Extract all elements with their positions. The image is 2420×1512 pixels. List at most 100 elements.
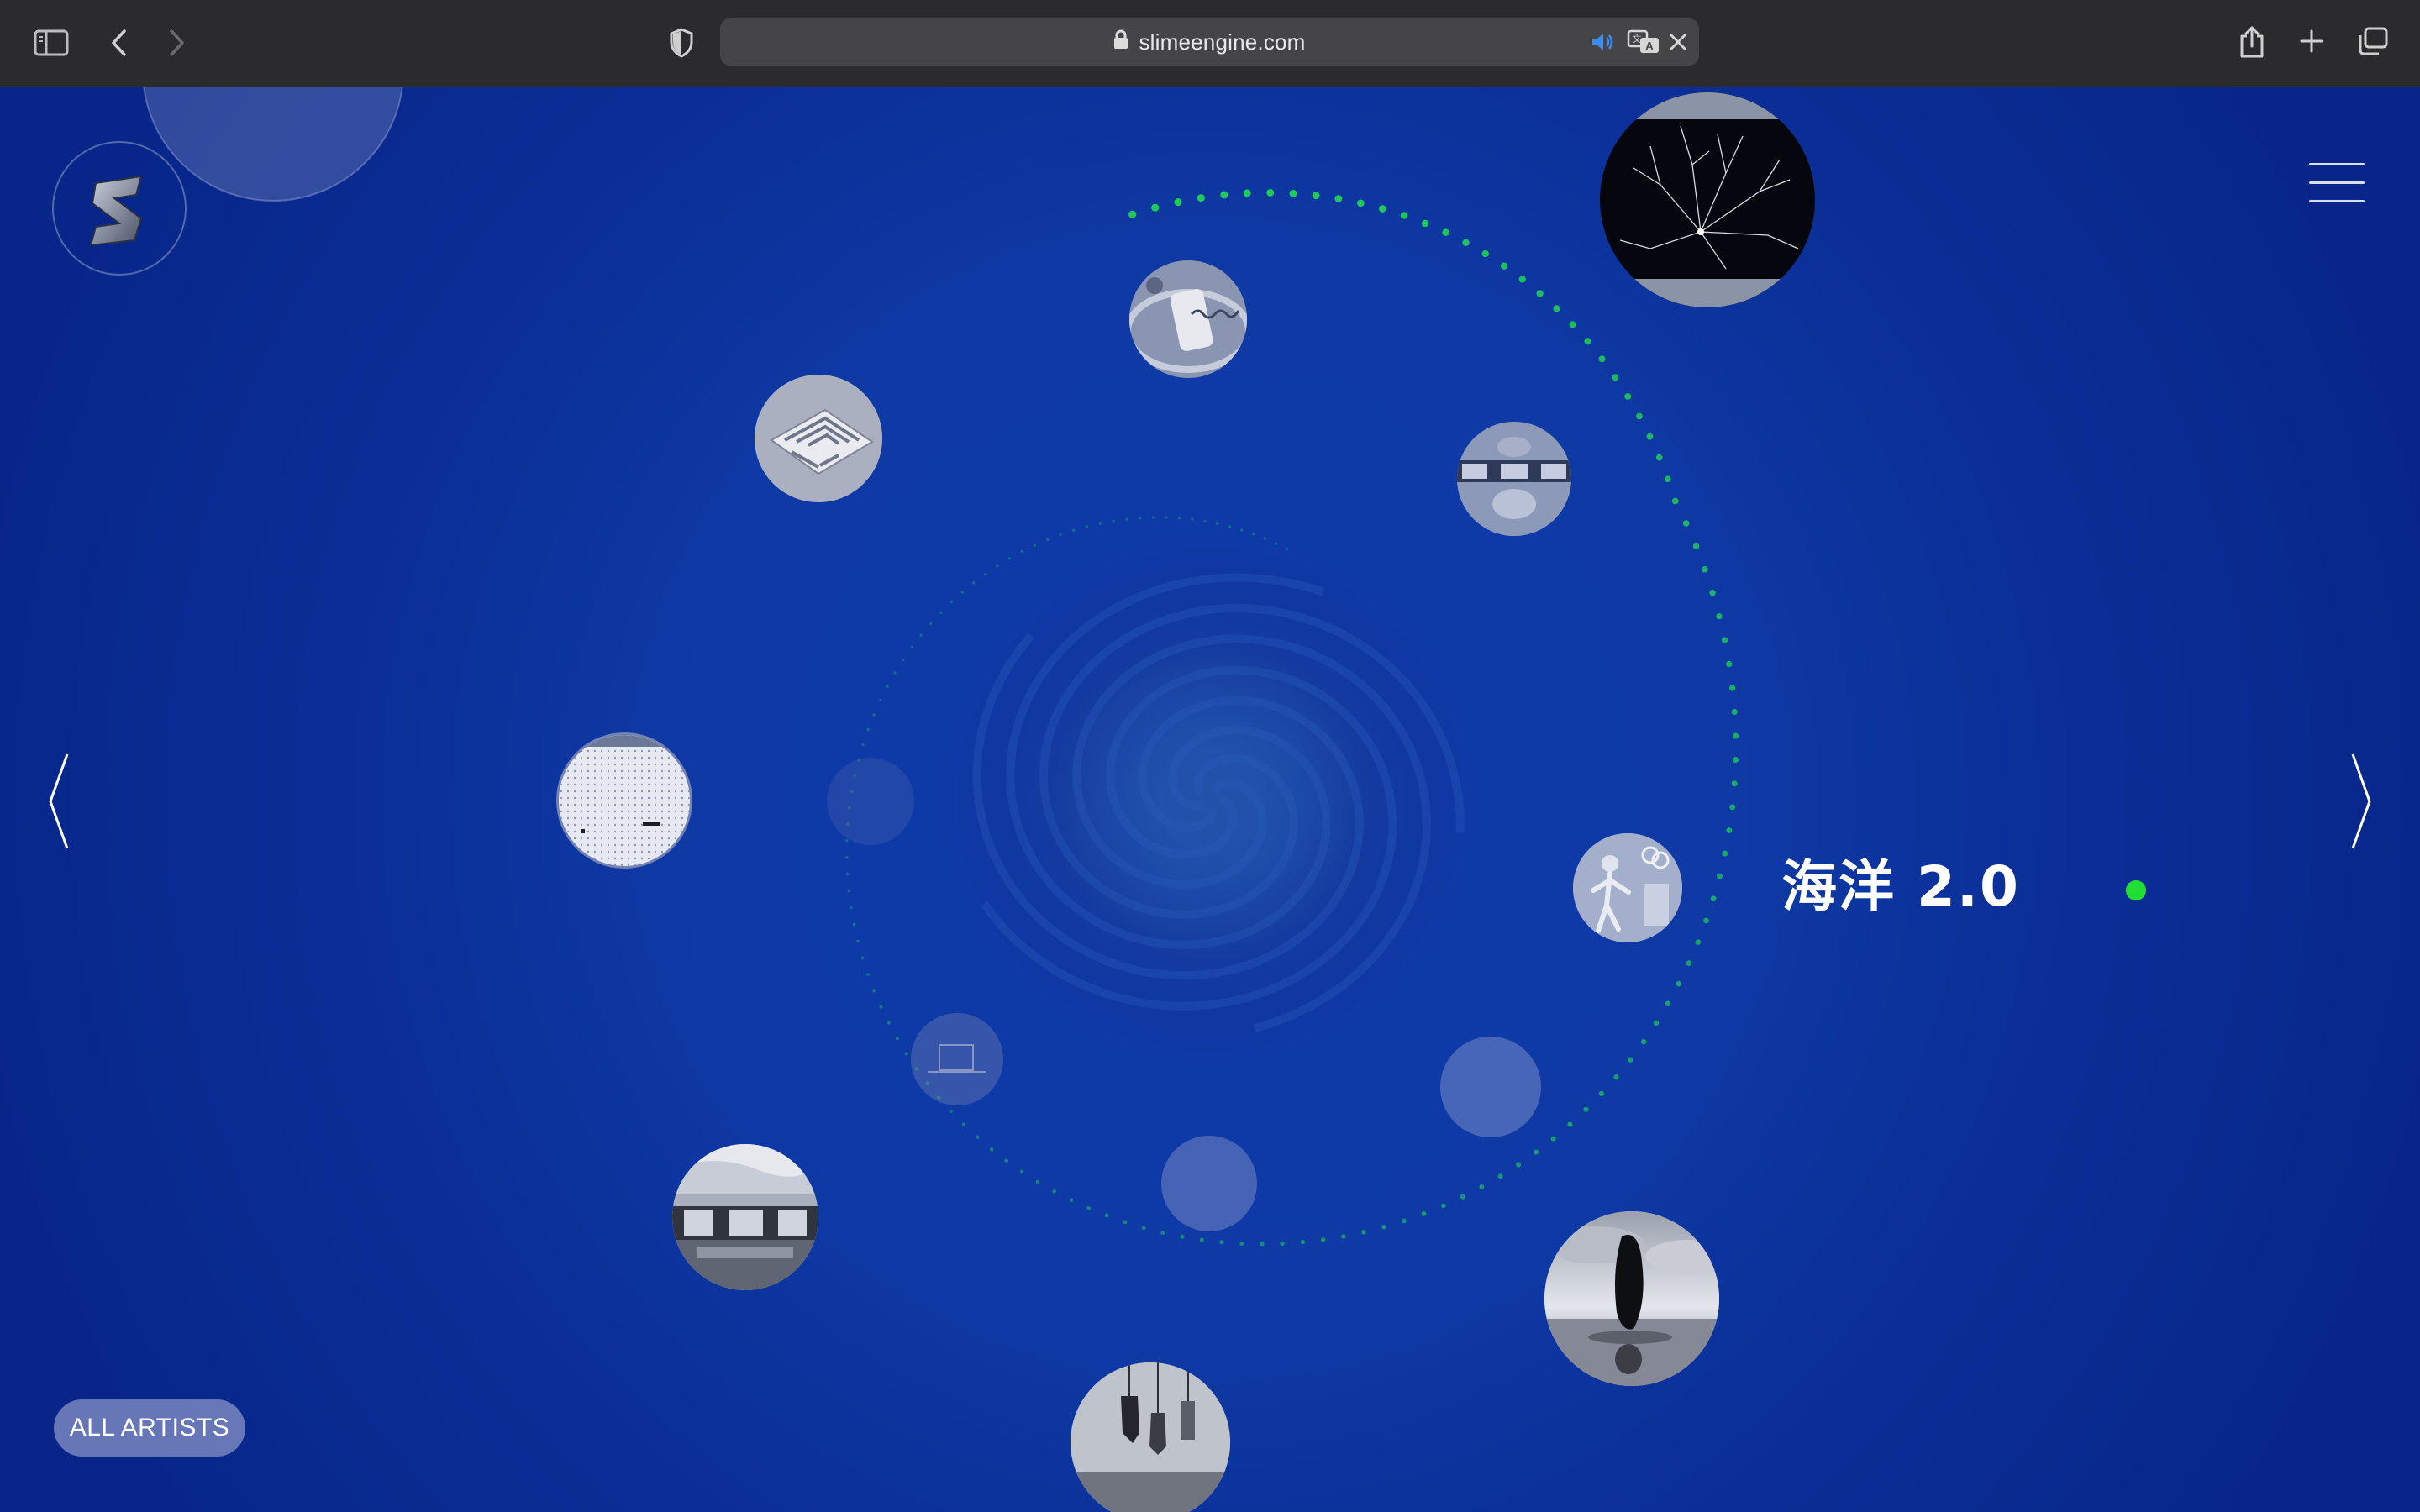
- plus-icon[interactable]: [2297, 27, 2326, 55]
- spiral-dot: [1569, 321, 1576, 328]
- maze-artwork[interactable]: [755, 375, 882, 502]
- spiral-dot: [939, 611, 943, 614]
- spiral-dot: [910, 645, 913, 649]
- speaker-icon[interactable]: [1589, 29, 1618, 55]
- black-monolith-artwork[interactable]: [1544, 1211, 1719, 1386]
- hamburger-menu-icon[interactable]: [2309, 161, 2368, 205]
- spiral-dot: [1019, 1169, 1024, 1173]
- forward-chevron-icon[interactable]: [165, 25, 190, 60]
- spiral-dot: [1665, 1000, 1671, 1007]
- address-bar[interactable]: slimeengine.com A文: [720, 18, 1699, 66]
- spiral-dot: [1729, 804, 1736, 811]
- spiral-dot: [1676, 980, 1682, 987]
- spiral-dot: [1219, 1240, 1224, 1245]
- faded-artwork[interactable]: [911, 1013, 1003, 1105]
- share-icon[interactable]: [2237, 24, 2267, 60]
- spiral-dot: [1334, 195, 1343, 202]
- active-indicator-dot: [2126, 880, 2146, 900]
- spiral-dot: [845, 839, 849, 843]
- spiral-dot: [1702, 566, 1708, 573]
- faded-artwork[interactable]: [1440, 1037, 1541, 1137]
- spiral-dot: [1442, 228, 1449, 236]
- slime-engine-logo[interactable]: [52, 141, 187, 276]
- network-lines-artwork[interactable]: [1600, 92, 1815, 307]
- spiral-dot: [1020, 549, 1023, 554]
- spiral-dot: [1098, 522, 1102, 525]
- web-page: 海洋 2.0 ALL ARTISTS: [0, 87, 2420, 1512]
- tab-overview-icon[interactable]: [2356, 25, 2390, 57]
- spiral-dot: [1203, 519, 1207, 523]
- spiral-dot: [1703, 917, 1709, 924]
- spiral-dot: [1341, 1234, 1346, 1239]
- chevron-left-icon[interactable]: [47, 751, 81, 852]
- spiral-dot: [865, 973, 870, 976]
- lock-icon: [1113, 29, 1128, 55]
- faded-artwork[interactable]: [1161, 1136, 1257, 1231]
- spiral-dot: [879, 1005, 883, 1009]
- spiral-dot: [1536, 290, 1544, 297]
- hanging-objects-artwork[interactable]: [1071, 1362, 1230, 1512]
- spiral-dot: [1400, 212, 1408, 219]
- spiral-dot: [1628, 1057, 1634, 1063]
- spiral-dot: [1160, 1230, 1165, 1236]
- spiral-dot: [861, 743, 865, 747]
- featured-artwork-title[interactable]: 海洋 2.0: [1781, 842, 2020, 922]
- spiral-dot: [1356, 199, 1365, 207]
- spiral-dot: [1274, 542, 1278, 545]
- spiral-dot: [1177, 517, 1181, 520]
- close-icon[interactable]: [1666, 30, 1690, 54]
- translate-icon[interactable]: A文: [1626, 27, 1661, 57]
- spiral-dot: [1421, 1211, 1427, 1216]
- spiral-dot: [1598, 1090, 1605, 1097]
- spiral-dot: [1046, 538, 1050, 542]
- spiral-dot: [1086, 1206, 1092, 1210]
- spiral-dot: [1220, 191, 1228, 199]
- all-artists-button[interactable]: ALL ARTISTS: [54, 1399, 245, 1457]
- signature-ring-artwork[interactable]: [1129, 260, 1247, 378]
- chevron-right-icon[interactable]: [2346, 751, 2380, 852]
- spiral-dot: [1199, 1237, 1204, 1242]
- spiral-dot: [1320, 1237, 1326, 1242]
- spiral-dot: [1722, 850, 1728, 857]
- spiral-dot: [1583, 1106, 1589, 1112]
- windows-room-artwork[interactable]: [672, 1144, 818, 1290]
- spiral-dot: [1128, 210, 1137, 218]
- spiral-dot: [1686, 960, 1692, 966]
- spiral-dot: [1052, 1189, 1056, 1194]
- spiral-dot: [1151, 203, 1160, 212]
- shield-icon[interactable]: [666, 25, 697, 60]
- spiral-dot: [1151, 516, 1155, 519]
- spiral-dot: [1728, 685, 1736, 691]
- spiral-dot: [852, 922, 856, 927]
- spiral-dot: [1085, 525, 1089, 528]
- spiral-dot: [1123, 1220, 1128, 1225]
- spiral-dot: [950, 601, 953, 604]
- spiral-dot: [886, 1021, 891, 1025]
- spiral-dot: [1035, 1179, 1040, 1184]
- figures-artwork[interactable]: [1573, 833, 1682, 942]
- dotted-grid-artwork[interactable]: [556, 732, 692, 869]
- sidebar-icon[interactable]: [30, 27, 72, 59]
- back-chevron-icon[interactable]: [106, 25, 131, 60]
- spiral-dot: [1460, 1194, 1465, 1200]
- spiral-dot: [996, 564, 999, 568]
- spiral-dot: [866, 727, 870, 732]
- spiral-dot: [1059, 533, 1062, 537]
- spiral-dot: [1462, 239, 1470, 247]
- url-text: slimeengine.com: [1139, 29, 1306, 55]
- faded-artwork[interactable]: [827, 758, 914, 845]
- svg-text:文: 文: [1633, 33, 1642, 45]
- spiral-dot: [1500, 262, 1508, 270]
- room-windows-artwork[interactable]: [1457, 422, 1571, 536]
- spiral-dot: [1180, 1234, 1185, 1239]
- spiral-dot: [1280, 1241, 1285, 1246]
- spiral-dot: [847, 889, 851, 893]
- spiral-dot: [1141, 1226, 1146, 1231]
- spiral-dot: [960, 591, 964, 594]
- spiral-dot: [1004, 1158, 1008, 1163]
- spiral-dot: [1072, 528, 1076, 532]
- spiral-dot: [1361, 1230, 1366, 1235]
- spiral-dot: [879, 699, 882, 702]
- spiral-dot: [1240, 528, 1244, 532]
- spiral-dot: [1402, 1218, 1407, 1224]
